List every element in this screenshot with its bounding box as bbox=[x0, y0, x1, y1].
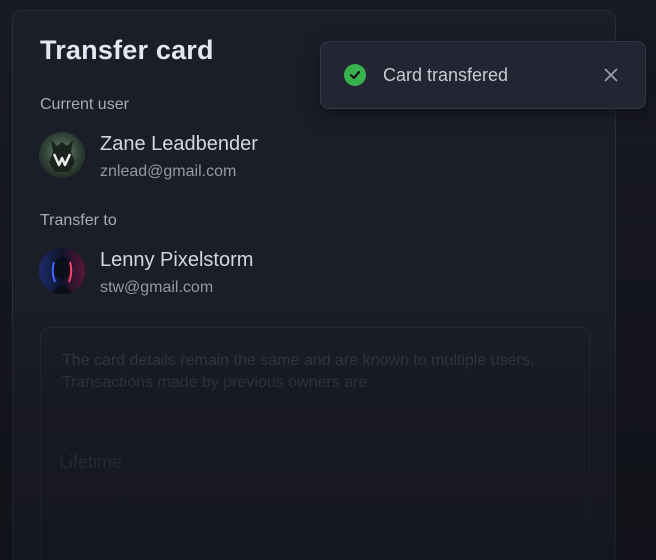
page-title: Transfer card bbox=[40, 35, 214, 65]
current-user-row: Zane Leadbender znlead@gmail.com bbox=[39, 132, 258, 182]
screen: Transfer card Current user Zane Leadbend… bbox=[0, 0, 656, 560]
transfer-user-email: stw@gmail.com bbox=[100, 279, 214, 296]
transfer-to-label: Transfer to bbox=[40, 212, 117, 229]
toast-message: Card transfered bbox=[383, 64, 509, 85]
avatar bbox=[39, 132, 85, 178]
toast-notification: Card transfered bbox=[320, 41, 646, 109]
check-circle-icon bbox=[344, 64, 366, 86]
current-user-email: znlead@gmail.com bbox=[100, 163, 237, 180]
current-user-name: Zane Leadbender bbox=[100, 133, 258, 155]
current-user-label: Current user bbox=[40, 96, 129, 113]
transfer-user-name: Lenny Pixelstorm bbox=[100, 249, 254, 271]
close-icon[interactable] bbox=[599, 63, 623, 87]
info-box: The card details remain the same and are… bbox=[40, 327, 590, 560]
lifetime-label: Lifetime bbox=[59, 452, 123, 472]
transfer-user-row: Lenny Pixelstorm stw@gmail.com bbox=[39, 248, 253, 298]
info-text: The card details remain the same and are… bbox=[62, 352, 535, 391]
avatar bbox=[39, 248, 85, 294]
